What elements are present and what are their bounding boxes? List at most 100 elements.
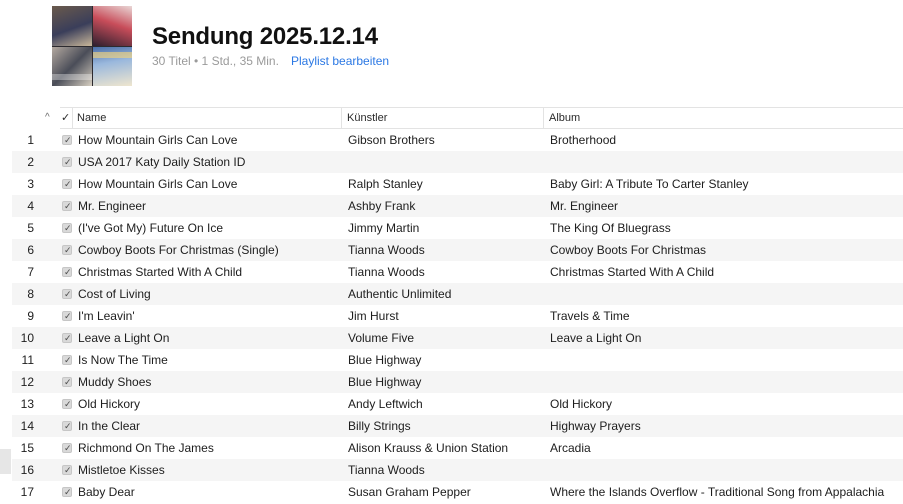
playlist-artwork: [52, 6, 132, 86]
track-name: How Mountain Girls Can Love: [78, 133, 238, 147]
table-row[interactable]: 16 Mistletoe Kisses Tianna Woods: [12, 459, 903, 481]
album-cover-tile: [52, 46, 92, 86]
track-artist: Jim Hurst: [348, 309, 399, 323]
table-header: ^ ✓ Name Künstler Album: [45, 107, 903, 129]
track-name: Muddy Shoes: [78, 375, 152, 389]
table-row[interactable]: 10 Leave a Light On Volume Five Leave a Lig…: [12, 327, 903, 349]
track-artist: Susan Graham Pepper: [348, 485, 471, 499]
table-row[interactable]: 1 How Mountain Girls Can Love Gibson Broth…: [12, 129, 903, 151]
track-checkbox[interactable]: [62, 443, 72, 453]
table-row[interactable]: 13 Old Hickory Andy Leftwich Old Hickory: [12, 393, 903, 415]
edit-playlist-link[interactable]: Playlist bearbeiten: [291, 54, 389, 68]
table-row[interactable]: 17 Baby Dear Susan Graham Pepper Where the …: [12, 481, 903, 503]
track-album: The King Of Bluegrass: [550, 221, 671, 235]
track-name: I'm Leavin': [78, 309, 135, 323]
track-checkbox[interactable]: [62, 311, 72, 321]
track-number: 5: [27, 221, 34, 235]
track-name: How Mountain Girls Can Love: [78, 177, 238, 191]
track-number: 9: [27, 309, 34, 323]
track-artist: Gibson Brothers: [348, 133, 435, 147]
track-album: Where the Islands Overflow - Traditional…: [550, 485, 885, 499]
table-row[interactable]: 4 Mr. Engineer Ashby Frank Mr. Engineer: [12, 195, 903, 217]
track-artist: Ralph Stanley: [348, 177, 423, 191]
track-name: Mistletoe Kisses: [78, 463, 165, 477]
track-number: 2: [27, 155, 34, 169]
table-row[interactable]: 5 (I've Got My) Future On Ice Jimmy Martin…: [12, 217, 903, 239]
table-row[interactable]: 15 Richmond On The James Alison Krauss & U…: [12, 437, 903, 459]
track-checkbox[interactable]: [62, 289, 72, 299]
track-checkbox[interactable]: [62, 245, 72, 255]
track-checkbox[interactable]: [62, 157, 72, 167]
track-artist: Tianna Woods: [348, 265, 425, 279]
album-cover-tile: [52, 6, 92, 46]
track-checkbox[interactable]: [62, 377, 72, 387]
track-artist: Authentic Unlimited: [348, 287, 452, 301]
track-number: 4: [27, 199, 34, 213]
track-name: Old Hickory: [78, 397, 141, 411]
track-name: Cowboy Boots For Christmas (Single): [78, 243, 279, 257]
table-row[interactable]: 8 Cost of Living Authentic Unlimited: [12, 283, 903, 305]
table-row[interactable]: 11 Is Now The Time Blue Highway: [12, 349, 903, 371]
table-row[interactable]: 7 Christmas Started With A Child Tianna Wo…: [12, 261, 903, 283]
track-name: Is Now The Time: [78, 353, 168, 367]
track-artist: Blue Highway: [348, 353, 422, 367]
track-artist: Andy Leftwich: [348, 397, 423, 411]
playlist-summary: 30 Titel • 1 Std., 35 Min.: [152, 54, 279, 68]
track-number: 12: [20, 375, 34, 389]
sort-chevron-icon[interactable]: ^: [45, 108, 57, 128]
table-row[interactable]: 14 In the Clear Billy Strings Highway Praye…: [12, 415, 903, 437]
track-name: Leave a Light On: [78, 331, 170, 345]
track-album: Highway Prayers: [550, 419, 641, 433]
track-number: 8: [27, 287, 34, 301]
track-artist: Volume Five: [348, 331, 415, 345]
track-number: 14: [20, 419, 34, 433]
track-album: Travels & Time: [550, 309, 630, 323]
track-artist: Ashby Frank: [348, 199, 416, 213]
track-checkbox[interactable]: [62, 223, 72, 233]
album-cover-tile: [92, 46, 132, 86]
track-checkbox[interactable]: [62, 135, 72, 145]
track-album: Leave a Light On: [550, 331, 642, 345]
track-name: Baby Dear: [78, 485, 135, 499]
track-name: Christmas Started With A Child: [78, 265, 243, 279]
column-header-check[interactable]: ✓: [61, 108, 71, 128]
track-checkbox[interactable]: [62, 267, 72, 277]
track-artist: Tianna Woods: [348, 463, 425, 477]
track-album: Cowboy Boots For Christmas: [550, 243, 707, 257]
track-name: USA 2017 Katy Daily Station ID: [78, 155, 246, 169]
track-number: 13: [20, 397, 34, 411]
track-artist: Alison Krauss & Union Station: [348, 441, 509, 455]
table-row[interactable]: 6 Cowboy Boots For Christmas (Single) Tian…: [12, 239, 903, 261]
track-checkbox[interactable]: [62, 355, 72, 365]
table-row[interactable]: 12 Muddy Shoes Blue Highway: [12, 371, 903, 393]
track-number: 1: [27, 133, 34, 147]
table-row[interactable]: 3 How Mountain Girls Can Love Ralph Stanle…: [12, 173, 903, 195]
track-artist: Tianna Woods: [348, 243, 425, 257]
track-album: Mr. Engineer: [550, 199, 619, 213]
column-header-album[interactable]: Album: [549, 108, 580, 128]
playlist-title: Sendung 2025.12.14: [152, 23, 378, 50]
table-row[interactable]: 9 I'm Leavin' Jim Hurst Travels & Time: [12, 305, 903, 327]
track-table: ^ ✓ Name Künstler Album 1 How Mountain Gi…: [0, 107, 903, 503]
track-name: Mr. Engineer: [78, 199, 147, 213]
track-album: Old Hickory: [550, 397, 613, 411]
track-checkbox[interactable]: [62, 487, 72, 497]
track-artist: Billy Strings: [348, 419, 411, 433]
track-number: 11: [21, 353, 34, 367]
track-checkbox[interactable]: [62, 399, 72, 409]
column-header-name[interactable]: Name: [77, 108, 106, 128]
track-checkbox[interactable]: [62, 201, 72, 211]
track-name: (I've Got My) Future On Ice: [78, 221, 223, 235]
table-row[interactable]: 2 USA 2017 Katy Daily Station ID: [12, 151, 903, 173]
track-artist: Jimmy Martin: [348, 221, 420, 235]
track-number: 10: [20, 331, 34, 345]
album-cover-tile: [92, 6, 132, 46]
track-checkbox[interactable]: [62, 333, 72, 343]
track-number: 3: [27, 177, 34, 191]
track-number: 7: [27, 265, 34, 279]
track-checkbox[interactable]: [62, 465, 72, 475]
column-header-artist[interactable]: Künstler: [347, 108, 387, 128]
track-checkbox[interactable]: [62, 179, 72, 189]
track-artist: Blue Highway: [348, 375, 422, 389]
track-checkbox[interactable]: [62, 421, 72, 431]
